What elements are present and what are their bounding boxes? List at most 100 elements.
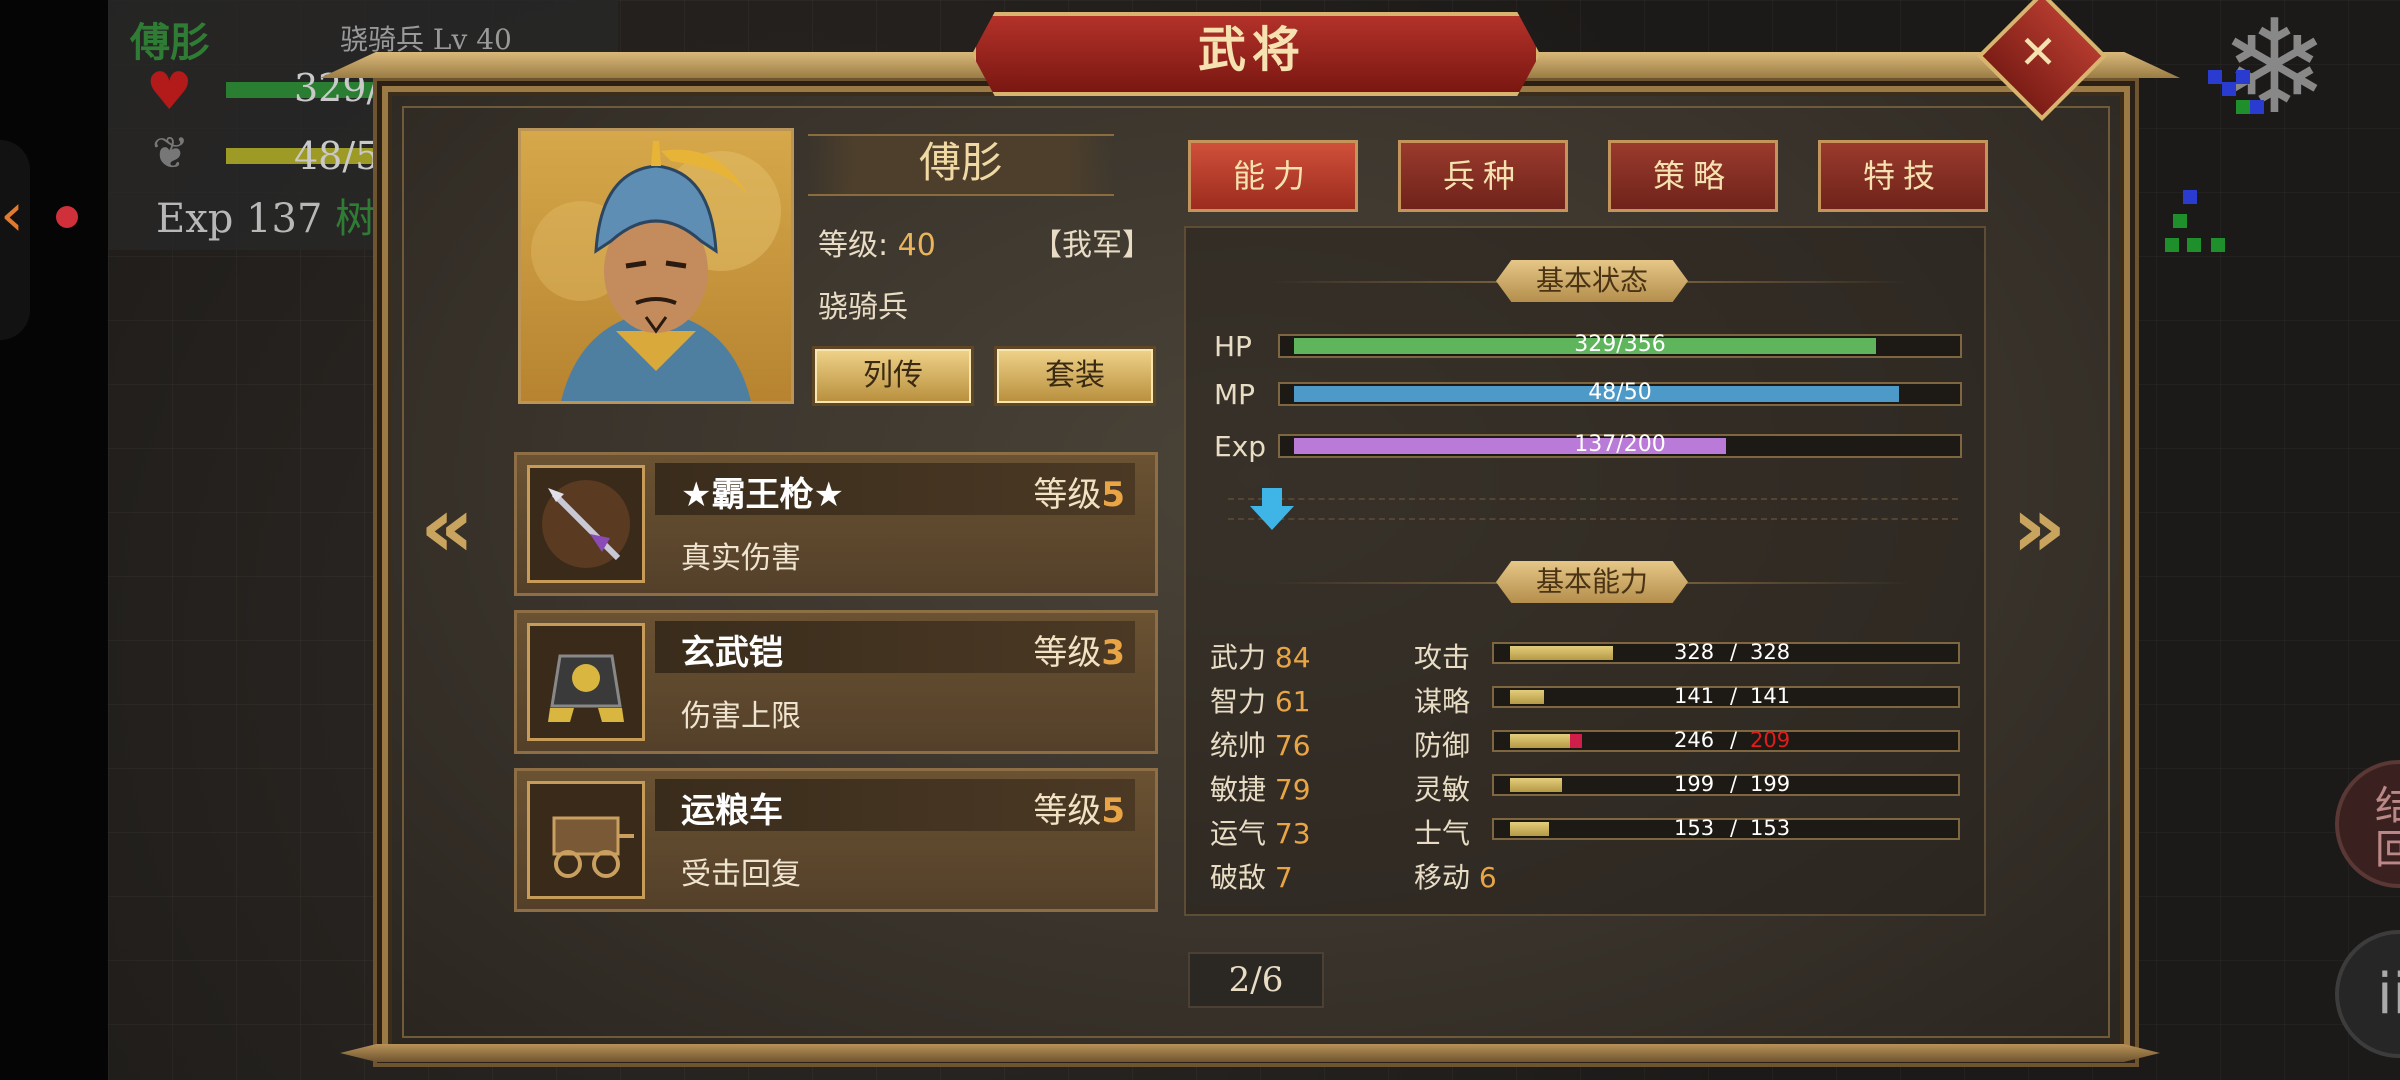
equipment-level: 等级3 (1033, 625, 1125, 674)
level-value: 40 (897, 228, 936, 263)
equipment-level: 等级5 (1033, 783, 1125, 832)
scroll-down-arrow-icon[interactable] (1246, 484, 1298, 536)
attr-label: 统帅 (1210, 729, 1267, 762)
equipment-desc: 受击回复 (681, 857, 801, 892)
attr-value: 79 (1274, 773, 1311, 806)
attr-value: 73 (1274, 817, 1311, 850)
attr-defeat: 破敌 7 (1210, 856, 1293, 896)
attr-label: 运气 (1210, 817, 1267, 850)
combat-bar-fill (1510, 690, 1544, 704)
combat-current: 199 (1674, 772, 1715, 796)
dialog-title: 武将 (1197, 22, 1306, 78)
attr-row: 武力 84 (1210, 636, 1311, 676)
hud-exp-trail: 树 (335, 196, 376, 242)
combat-bar: 199 / 199 (1492, 772, 1960, 796)
general-portrait (518, 128, 794, 404)
attr-value: 84 (1274, 641, 1311, 674)
combat-max: 209 (1750, 728, 1791, 752)
status-bar-text: 329/356 (1574, 332, 1666, 357)
tab-strategy[interactable]: 策略 (1608, 140, 1778, 212)
combat-bar-fill (1510, 646, 1613, 660)
combat-bar-overflow (1570, 734, 1582, 748)
minimap-blue-units (2200, 60, 2280, 130)
equipment-slot-accessory[interactable]: 运粮车 等级5 受击回复 (514, 768, 1158, 912)
hud-unit-name: 傅肜 (130, 19, 210, 66)
tab-ability[interactable]: 能力 (1188, 140, 1358, 212)
close-x-icon[interactable]: ✕ (1996, 10, 2080, 94)
attr-label: 破敌 (1210, 861, 1267, 894)
combat-separator: / (1730, 684, 1738, 708)
equipment-name: 运粮车 (681, 791, 783, 831)
combat-label: 谋略 (1414, 685, 1471, 718)
attr-label: 武力 (1210, 641, 1267, 674)
combat-current: 153 (1674, 816, 1715, 840)
combat-label: 灵敏 (1414, 773, 1471, 806)
combat-separator: / (1730, 816, 1738, 840)
combat-label: 攻击 (1414, 641, 1471, 674)
hud-exp: Exp 137 树 (156, 186, 375, 244)
dialog-bottom-rail (340, 1044, 2160, 1062)
left-chevron-icon[interactable]: ‹ (0, 180, 24, 250)
attr-row: 统帅 76 (1210, 724, 1311, 764)
armor-icon (527, 623, 645, 741)
equipment-level-label: 等级 (1033, 633, 1102, 673)
combat-current: 246 (1674, 728, 1715, 752)
equipment-level-label: 等级 (1033, 791, 1102, 831)
equipment-slot-armor[interactable]: 玄武铠 等级3 伤害上限 (514, 610, 1158, 754)
notification-dot (56, 206, 78, 228)
status-bar-exp: 137/200 (1278, 432, 1962, 458)
feather-icon: ❦ (152, 128, 189, 179)
combat-separator: / (1730, 728, 1738, 752)
combat-max: 328 (1750, 640, 1791, 664)
prev-general-arrow-icon[interactable]: « (420, 478, 474, 576)
combat-bar-fill (1510, 778, 1562, 792)
combat-bar: 246 / 209 (1492, 728, 1960, 752)
combat-bar-fill (1510, 822, 1549, 836)
combat-max: 141 (1750, 684, 1791, 708)
status-bar-hp: 329/356 (1278, 332, 1962, 358)
scroll-track (1228, 498, 1958, 520)
equipment-slot-weapon[interactable]: ★霸王枪★ 等级5 真实伤害 (514, 452, 1158, 596)
combat-label: 士气 (1414, 817, 1471, 850)
general-name: 傅肜 (918, 138, 1003, 187)
portrait-image (531, 141, 781, 401)
heart-icon: ♥ (146, 62, 193, 122)
general-level: 等级: 40 (818, 220, 936, 264)
attr-value: 7 (1274, 861, 1293, 894)
tab-skills[interactable]: 特技 (1818, 140, 1988, 212)
attr-row: 智力 61 (1210, 680, 1311, 720)
equipment-name: ★霸王枪★ (681, 475, 844, 515)
attr-value: 61 (1274, 685, 1311, 718)
equipment-level-value: 5 (1101, 791, 1125, 831)
combat-bar: 153 / 153 (1492, 816, 1960, 840)
hud-mp-value: 48/5 (294, 134, 380, 178)
basic-ability-title: 基本能力 (1496, 561, 1688, 603)
level-label: 等级: (818, 228, 889, 263)
settle-round-label: 结 回 (2375, 783, 2400, 873)
troop-type: 骁骑兵 (818, 290, 908, 325)
tab-troop-type[interactable]: 兵种 (1398, 140, 1568, 212)
equipment-level-label: 等级 (1033, 475, 1102, 515)
combat-label: 防御 (1414, 729, 1471, 762)
next-general-arrow-icon[interactable]: » (2012, 478, 2066, 576)
combat-bar: 141 / 141 (1492, 684, 1960, 708)
minimap-green-units (2165, 190, 2235, 260)
biography-button[interactable]: 列传 (812, 346, 974, 406)
move-value: 6 (1478, 861, 1497, 894)
status-bar-text: 48/50 (1588, 380, 1652, 405)
page-indicator: 2/6 (1188, 952, 1324, 1008)
attr-label: 敏捷 (1210, 773, 1267, 806)
hud-exp-label: Exp 137 (156, 196, 323, 242)
equipment-set-button[interactable]: 套装 (994, 346, 1156, 406)
move-stat: 移动 6 (1414, 856, 1497, 896)
equipment-name: 玄武铠 (681, 633, 783, 673)
combat-max: 153 (1750, 816, 1791, 840)
combat-max: 199 (1750, 772, 1791, 796)
attr-row: 运气 73 (1210, 812, 1311, 852)
attr-row: 敏捷 79 (1210, 768, 1311, 808)
equipment-desc: 伤害上限 (681, 699, 801, 734)
status-bar-mp: 48/50 (1278, 380, 1962, 406)
spear-icon (527, 465, 645, 583)
info-icon: ii (2377, 962, 2400, 1027)
equipment-level-value: 5 (1101, 475, 1125, 515)
